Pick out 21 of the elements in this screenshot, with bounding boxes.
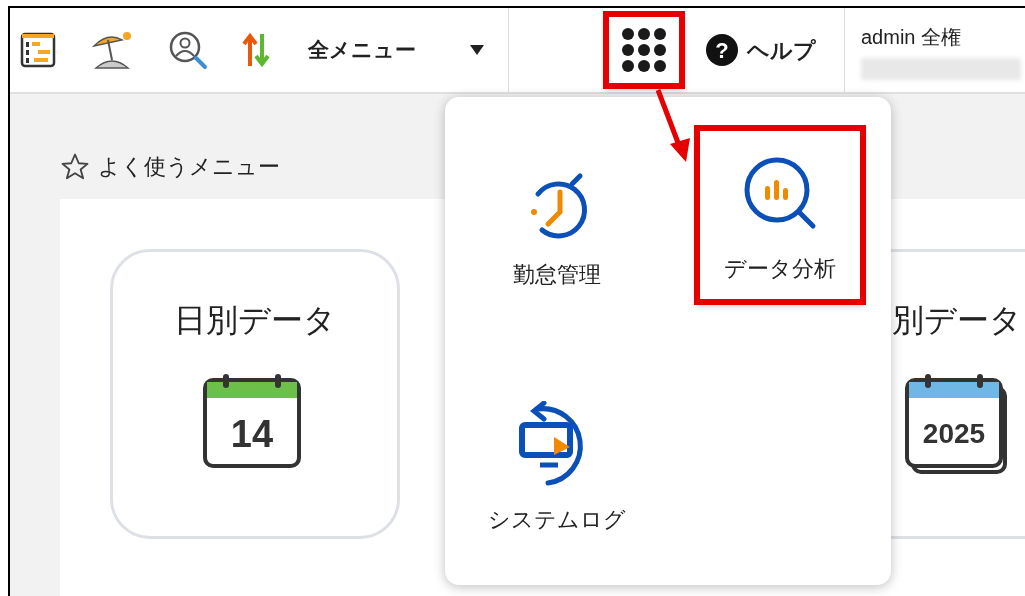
up-down-arrows-icon[interactable] bbox=[242, 32, 270, 68]
beach-umbrella-icon[interactable] bbox=[90, 30, 134, 70]
app-menu-item[interactable]: データ分析 bbox=[693, 125, 866, 305]
tile-label: 別データ bbox=[892, 301, 1022, 340]
help-button[interactable]: ? ヘルプ bbox=[705, 33, 816, 67]
all-menu-dropdown[interactable]: 全メニュー bbox=[308, 25, 498, 75]
menu-tile[interactable]: 日別データ 14 bbox=[110, 249, 400, 539]
user-name: admin 全権 bbox=[861, 25, 963, 50]
caret-icon bbox=[470, 45, 484, 55]
grid-icon bbox=[621, 27, 667, 73]
calendar-date: 14 bbox=[230, 413, 274, 455]
star-icon bbox=[60, 151, 90, 182]
apps-grid-button[interactable] bbox=[603, 11, 685, 89]
favorites-title: よく使うメニュー bbox=[98, 153, 280, 181]
app-menu-item[interactable]: システムログ bbox=[470, 370, 643, 550]
org-chart-icon[interactable] bbox=[20, 32, 56, 68]
app-menu-item[interactable]: 勤怠管理 bbox=[470, 125, 643, 305]
question-mark: ? bbox=[715, 38, 729, 63]
calendar-date: 2025 bbox=[922, 418, 986, 449]
user-search-icon[interactable] bbox=[168, 30, 208, 70]
tile-label: 日別データ bbox=[174, 301, 336, 340]
